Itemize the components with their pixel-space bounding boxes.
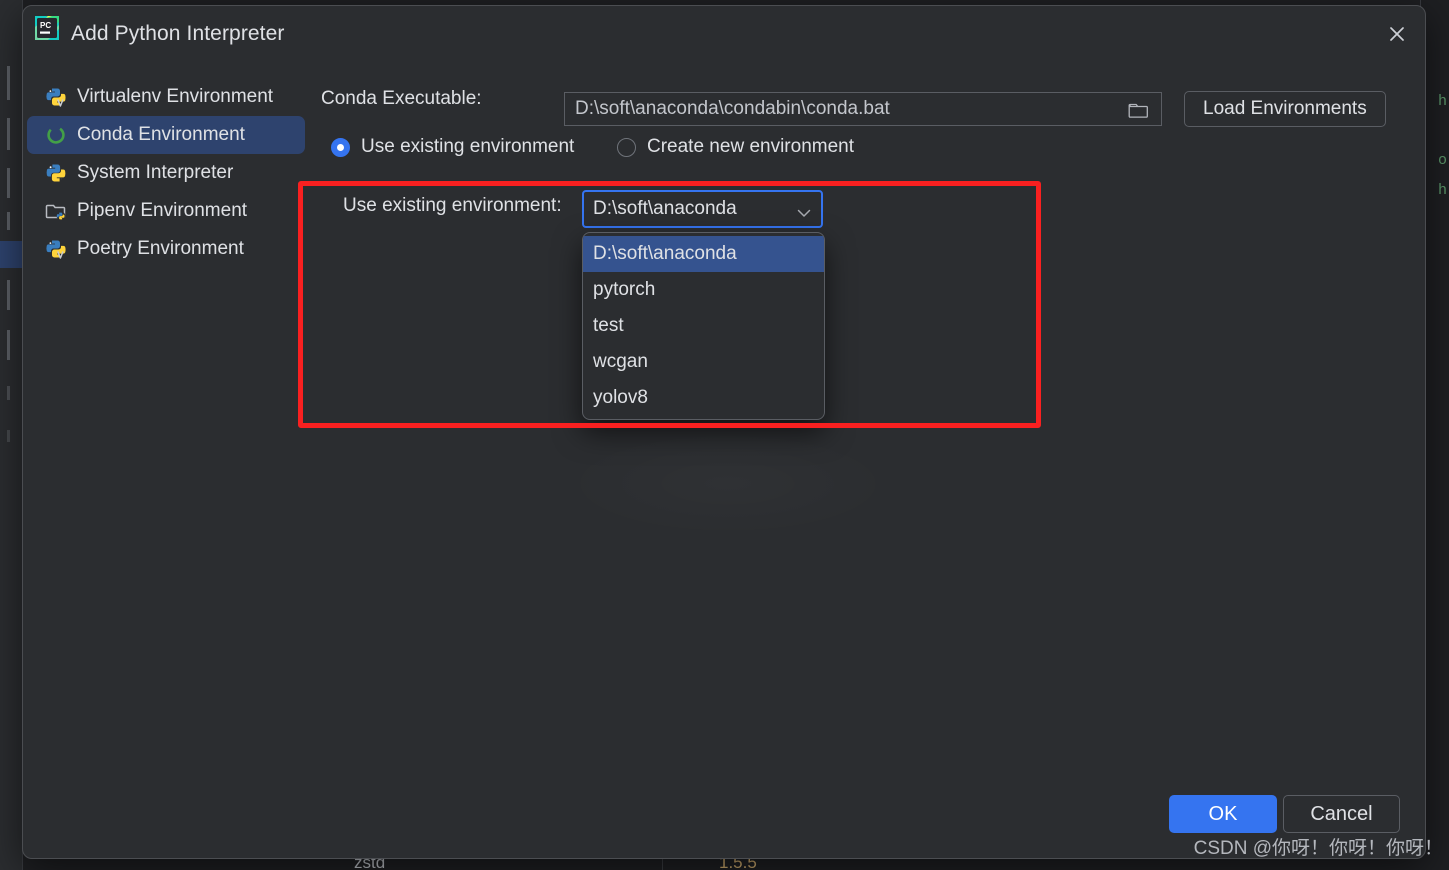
gutter-mark [7, 430, 10, 442]
code-fragment: o [1437, 152, 1447, 169]
existing-environment-label: Use existing environment: [343, 195, 562, 216]
screen: h o h zstd 1.5.5 PC Add Python Interpret… [0, 0, 1449, 870]
sidebar-item-label: Conda Environment [77, 124, 245, 145]
sidebar-item-pipenv-environment[interactable]: Pipenv Environment [27, 192, 305, 230]
existing-environment-selected-value: D:\soft\anaconda [593, 198, 737, 219]
add-python-interpreter-dialog: PC Add Python Interpreter Virtualenv Env… [22, 5, 1426, 859]
dropdown-option[interactable]: D:\soft\anaconda [583, 236, 824, 272]
gutter-mark [7, 330, 10, 360]
radio-selected-icon [331, 137, 350, 157]
editor-selection-band [0, 241, 22, 268]
load-environments-button[interactable]: Load Environments [1184, 91, 1386, 127]
dropdown-option[interactable]: yolov8 [583, 380, 824, 416]
gutter-mark [7, 280, 10, 310]
conda-icon [45, 124, 67, 146]
conda-executable-field[interactable]: D:\soft\anaconda\condabin\conda.bat [564, 92, 1162, 126]
virtualenv-icon [45, 86, 67, 108]
gutter-mark [7, 212, 10, 230]
code-fragment: h [1437, 93, 1447, 110]
sidebar-item-label: System Interpreter [77, 162, 234, 183]
folder-icon[interactable] [1116, 94, 1160, 126]
dialog-title: Add Python Interpreter [71, 22, 285, 45]
pycharm-icon: PC [32, 13, 62, 43]
gutter-mark [7, 118, 10, 150]
existing-environment-combobox[interactable]: D:\soft\anaconda [582, 190, 823, 228]
existing-environment-dropdown[interactable]: D:\soft\anaconda pytorch test wcgan yolo… [582, 232, 825, 420]
interpreter-type-list[interactable]: Virtualenv Environment Conda Environment [27, 78, 305, 268]
editor-gutter [0, 0, 23, 870]
code-fragment: h [1437, 182, 1447, 199]
sidebar-item-label: Poetry Environment [77, 238, 244, 259]
gutter-mark [7, 66, 10, 100]
sidebar-item-conda-environment[interactable]: Conda Environment [27, 116, 305, 154]
watermark-text: CSDN @你呀！你呀！你呀！ [1193, 838, 1443, 859]
dropdown-shadow [563, 431, 893, 536]
conda-settings-panel: Conda Executable: D:\soft\anaconda\conda… [321, 78, 1415, 228]
radio-label: Use existing environment [361, 136, 575, 157]
dropdown-option[interactable]: pytorch [583, 272, 824, 308]
conda-executable-row: Conda Executable: D:\soft\anaconda\conda… [321, 78, 1415, 127]
pipenv-folder-icon [45, 200, 67, 222]
close-icon[interactable] [1377, 14, 1417, 54]
dropdown-option[interactable]: wcgan [583, 344, 824, 380]
conda-executable-value: D:\soft\anaconda\condabin\conda.bat [575, 98, 890, 119]
radio-create-new-environment[interactable]: Create new environment [617, 136, 854, 158]
chevron-down-icon [797, 205, 811, 223]
poetry-icon [45, 238, 67, 260]
cancel-button[interactable]: Cancel [1283, 795, 1400, 833]
sidebar-item-virtualenv-environment[interactable]: Virtualenv Environment [27, 78, 305, 116]
svg-text:PC: PC [40, 21, 51, 30]
conda-executable-label: Conda Executable: [321, 88, 482, 109]
gutter-mark [7, 168, 10, 198]
radio-unselected-icon [617, 137, 636, 157]
dialog-titlebar: PC Add Python Interpreter [23, 6, 1425, 62]
sidebar-item-label: Virtualenv Environment [77, 86, 274, 107]
gutter-mark [7, 386, 10, 400]
radio-use-existing-environment[interactable]: Use existing environment [331, 136, 574, 158]
sidebar-item-system-interpreter[interactable]: System Interpreter [27, 154, 305, 192]
sidebar-item-poetry-environment[interactable]: Poetry Environment [27, 230, 305, 268]
dropdown-option[interactable]: test [583, 308, 824, 344]
environment-mode-radiogroup: Use existing environment Create new envi… [321, 136, 1415, 170]
sidebar-item-label: Pipenv Environment [77, 200, 248, 221]
ok-button[interactable]: OK [1169, 795, 1277, 833]
existing-environment-row: Use existing environment: D:\soft\anacon… [321, 184, 1415, 228]
radio-label: Create new environment [647, 136, 854, 157]
python-icon [45, 162, 67, 184]
footer-buttons: OK Cancel [1115, 795, 1415, 833]
